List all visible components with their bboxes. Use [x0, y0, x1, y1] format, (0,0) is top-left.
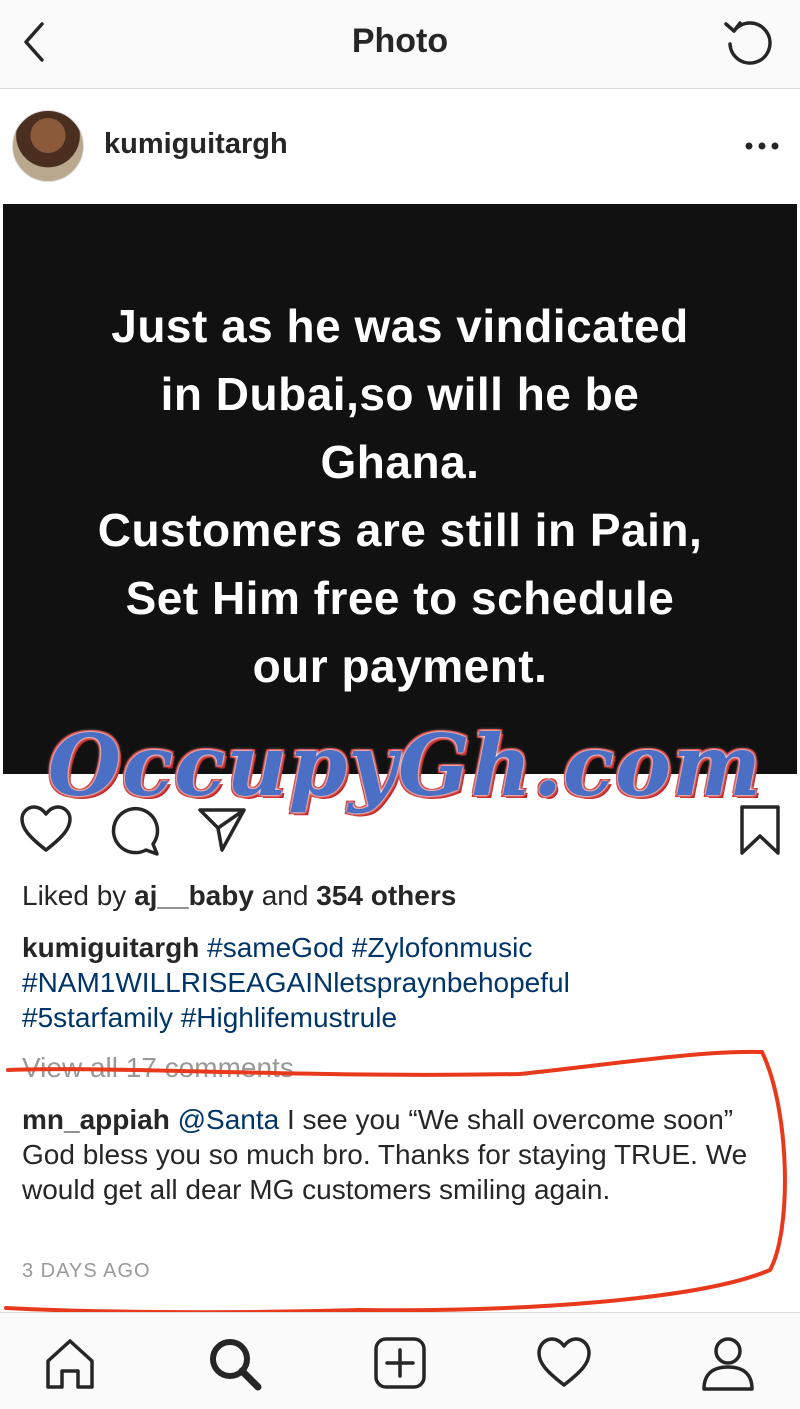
- image-text-line: Ghana.: [320, 436, 480, 488]
- activity-heart-icon[interactable]: [534, 1333, 594, 1393]
- image-text-line: our payment.: [252, 640, 548, 692]
- hashtag[interactable]: #Highlifemustrule: [181, 1002, 397, 1033]
- hashtag[interactable]: #5starfamily: [22, 1002, 173, 1033]
- comment-bubble-icon[interactable]: [108, 804, 162, 858]
- bottom-nav: [0, 1312, 800, 1409]
- comment: mn_appiah @Santa I see you “We shall ove…: [22, 1102, 792, 1207]
- new-post-icon[interactable]: [370, 1333, 430, 1393]
- home-icon[interactable]: [40, 1333, 100, 1393]
- ellipsis-icon[interactable]: [744, 140, 780, 152]
- search-icon[interactable]: [204, 1333, 264, 1393]
- page-title: Photo: [351, 22, 449, 60]
- image-text-line: Just as he was vindicated: [111, 300, 689, 352]
- likes-middle: and: [261, 880, 309, 911]
- profile-icon[interactable]: [698, 1333, 758, 1393]
- post-username[interactable]: kumiguitargh: [104, 128, 288, 161]
- likes-count[interactable]: 354 others: [316, 880, 456, 911]
- share-send-icon[interactable]: [196, 804, 248, 854]
- post-actions: [0, 796, 800, 860]
- post-timestamp: 3 DAYS AGO: [22, 1260, 151, 1282]
- view-all-comments-link[interactable]: View all 17 comments: [22, 1052, 294, 1084]
- comment-mention[interactable]: @Santa: [178, 1104, 280, 1135]
- avatar[interactable]: [12, 110, 84, 182]
- likes-prefix: Liked by: [22, 880, 127, 911]
- likes-first-user[interactable]: aj__baby: [134, 880, 254, 911]
- refresh-icon[interactable]: [720, 14, 778, 72]
- hashtag[interactable]: #Zylofonmusic: [352, 932, 533, 963]
- top-bar: Photo: [0, 0, 800, 89]
- post-header: kumiguitargh: [0, 90, 800, 202]
- image-text: Just as he was vindicated in Dubai,so wi…: [3, 292, 797, 700]
- image-text-line: Customers are still in Pain,: [97, 504, 703, 556]
- post-caption: kumiguitargh #sameGod #Zylofonmusic #NAM…: [22, 930, 792, 1035]
- hashtag[interactable]: #sameGod: [207, 932, 344, 963]
- post-image[interactable]: Just as he was vindicated in Dubai,so wi…: [3, 204, 797, 774]
- caption-username[interactable]: kumiguitargh: [22, 932, 199, 963]
- comment-username[interactable]: mn_appiah: [22, 1104, 170, 1135]
- likes-summary[interactable]: Liked by aj__baby and 354 others: [22, 880, 456, 912]
- image-text-line: in Dubai,so will he be: [160, 368, 640, 420]
- bookmark-icon[interactable]: [738, 804, 782, 856]
- like-heart-icon[interactable]: [18, 804, 74, 854]
- hashtag[interactable]: #NAM1WILLRISEAGAINletspraynbehopeful: [22, 967, 570, 998]
- image-text-line: Set Him free to schedule: [125, 572, 675, 624]
